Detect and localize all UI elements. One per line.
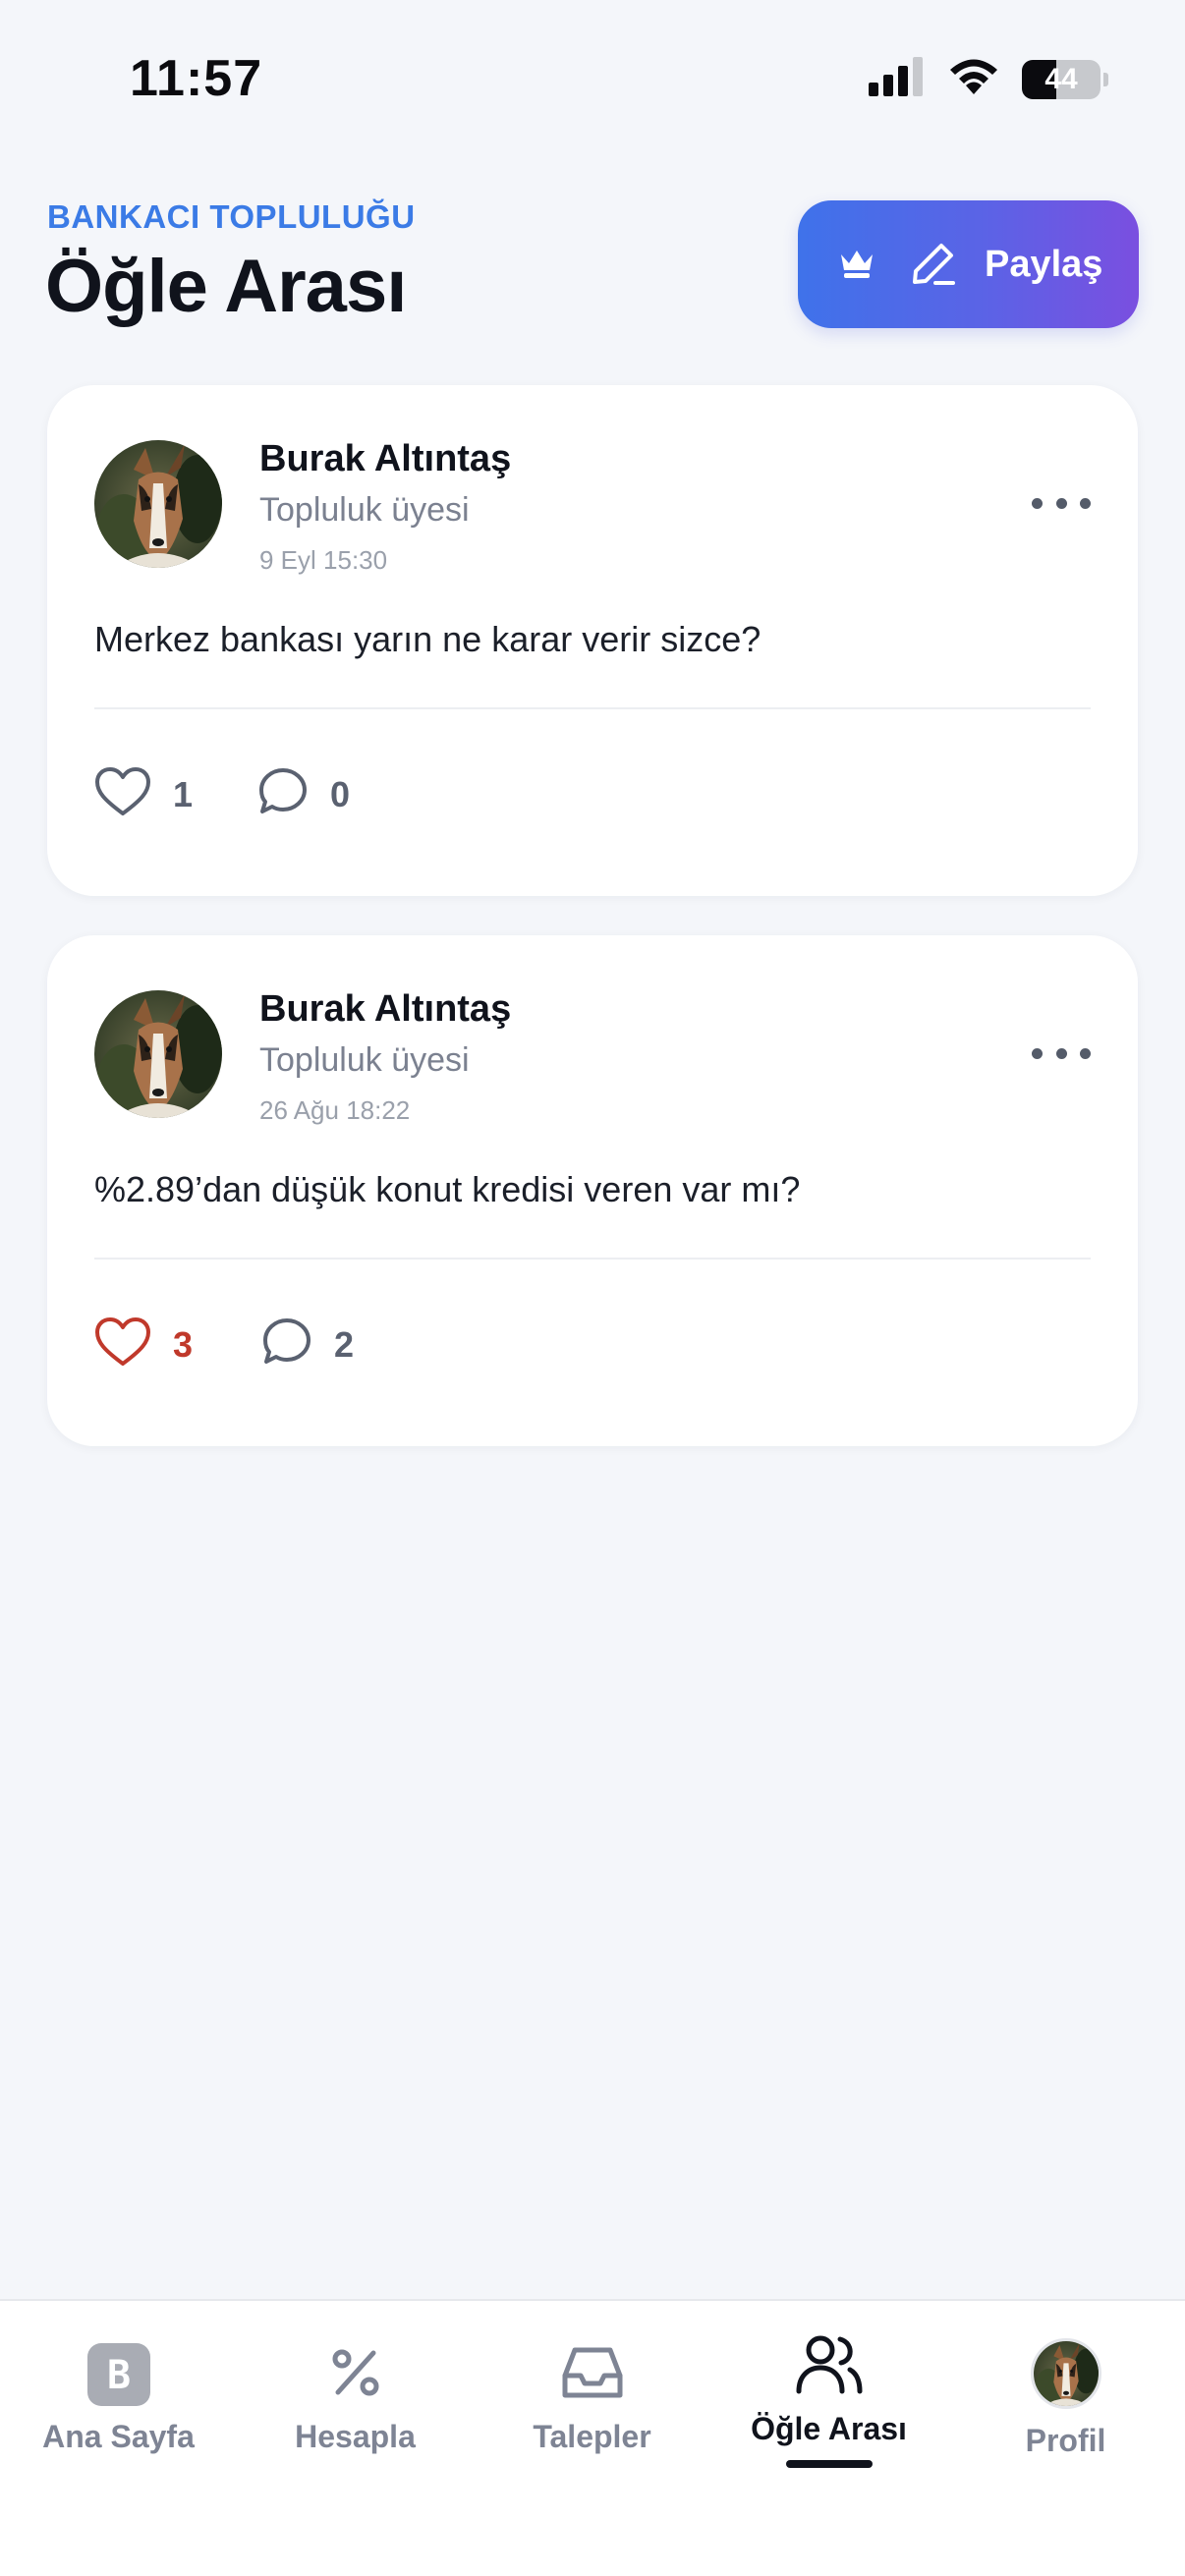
author-role: Topluluk üyesi [259,1041,470,1079]
battery-icon: 44 [1022,59,1100,99]
comment-count: 0 [330,773,351,814]
comment-button[interactable]: 2 [261,1316,354,1372]
dot-icon [1032,1047,1043,1059]
tab-label: Talepler [533,2419,651,2454]
divider [94,1258,1091,1260]
tab-hesapla[interactable]: Hesapla [237,2301,474,2517]
tab-label: Öğle Arası [751,2411,907,2446]
dot-icon [1080,1047,1091,1059]
tab-profil[interactable]: Profil [947,2301,1184,2517]
percent-icon [326,2343,385,2407]
pencil-icon [910,240,957,290]
tab-ana-sayfa[interactable]: B Ana Sayfa [0,2301,237,2517]
like-count: 3 [173,1323,194,1365]
avatar [1030,2338,1101,2409]
home-logo-icon: B [86,2343,150,2411]
post-text: Merkez bankası yarın ne karar verir sizc… [94,619,762,659]
post-time: 26 Ağu 18:22 [259,1095,411,1125]
tab-label: Ana Sayfa [42,2419,195,2454]
tab-talepler[interactable]: Talepler [474,2301,710,2517]
more-options-button[interactable] [1032,483,1091,523]
active-tab-indicator [785,2460,873,2468]
like-button[interactable]: 3 [94,1316,193,1372]
author-name[interactable]: Burak Altıntaş [259,438,511,480]
comment-count: 2 [334,1323,355,1365]
inbox-icon [561,2344,624,2406]
post-card: Burak Altıntaş Topluluk üyesi 26 Ağu 18:… [47,935,1138,1446]
users-icon [795,2332,864,2400]
author-avatar[interactable] [94,440,222,568]
status-time: 11:57 [130,50,263,107]
tab-label: Profil [1025,2423,1106,2458]
post-text: %2.89’dan düşük konut kredisi veren var … [94,1169,801,1209]
comment-icon [261,1316,312,1372]
svg-text:B: B [106,2353,130,2398]
battery-level-text: 44 [1044,62,1078,95]
tab-label: Hesapla [295,2419,416,2454]
post-card: Burak Altıntaş Topluluk üyesi 9 Eyl 15:3… [47,385,1138,896]
comment-button[interactable]: 0 [257,766,350,822]
dot-icon [1055,1047,1067,1059]
heart-icon [94,1316,151,1372]
divider [94,707,1091,709]
dot-icon [1032,497,1043,509]
share-button[interactable]: Paylaş [798,200,1139,328]
author-name[interactable]: Burak Altıntaş [259,988,511,1031]
like-count: 1 [173,773,194,814]
tab-bar: B Ana Sayfa Hesapla Talepler Öğle Arası … [0,2299,1185,2576]
author-role: Topluluk üyesi [259,491,470,529]
crown-icon [837,247,876,283]
author-avatar[interactable] [94,990,222,1118]
wifi-icon [947,57,1000,101]
like-button[interactable]: 1 [94,766,193,822]
dot-icon [1080,497,1091,509]
post-time: 9 Eyl 15:30 [259,545,388,575]
tab-ogle-arasi[interactable]: Öğle Arası [710,2301,947,2517]
community-label: BANKACI TOPLULUĞU [47,198,416,235]
status-bar: 11:57 44 [0,0,1185,157]
share-label: Paylaş [985,243,1103,285]
status-icons: 44 [869,57,1108,101]
battery-tip [1103,72,1108,86]
cellular-signal-icon [869,57,926,101]
heart-icon [94,766,151,822]
battery-indicator: 44 [1022,59,1108,99]
dot-icon [1055,497,1067,509]
more-options-button[interactable] [1032,1034,1091,1073]
page-title: Öğle Arası [45,245,407,328]
comment-icon [257,766,309,822]
